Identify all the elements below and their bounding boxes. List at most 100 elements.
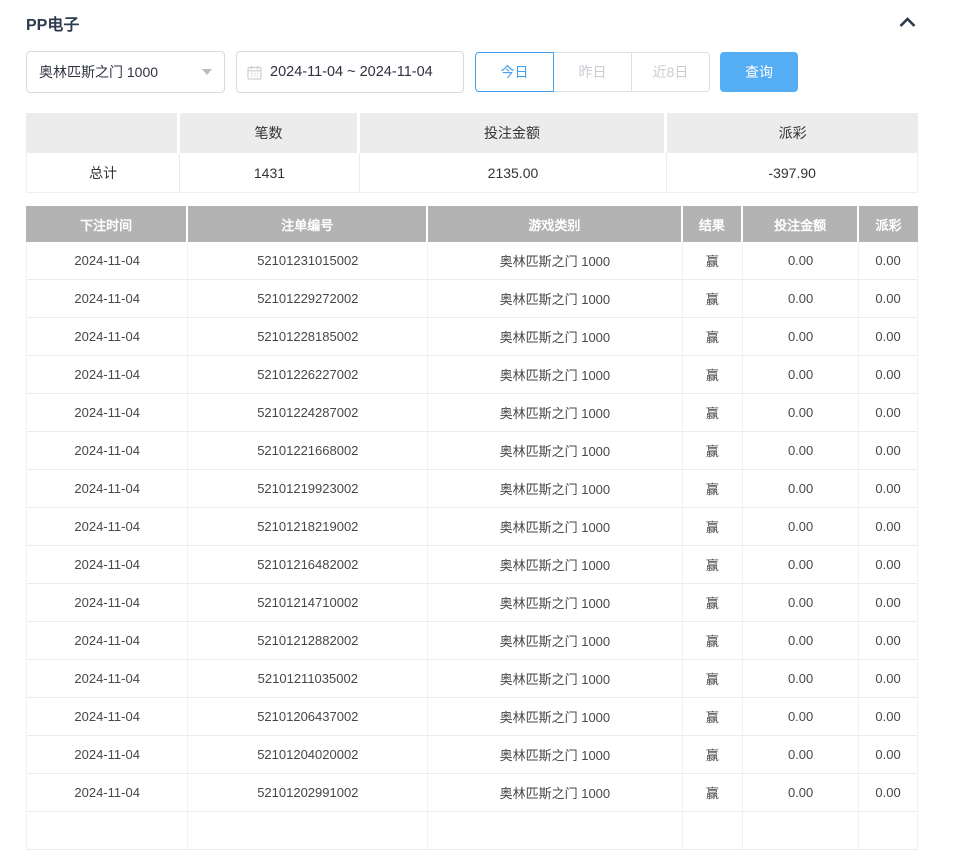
cell-bet-id	[188, 812, 428, 850]
cell-bet-id: 52101216482002	[188, 546, 428, 584]
record-row: 2024-11-0452101204020002奥林匹斯之门 1000赢0.00…	[26, 736, 918, 774]
cell-bet-amount: 0.00	[743, 356, 859, 394]
search-button[interactable]: 查询	[720, 52, 798, 92]
cell-bet-time: 2024-11-04	[26, 546, 188, 584]
cell-bet-id: 52101212882002	[188, 622, 428, 660]
date-range-input[interactable]: 2024-11-04 ~ 2024-11-04	[236, 51, 464, 93]
cell-bet-id: 52101224287002	[188, 394, 428, 432]
cell-bet-id: 52101204020002	[188, 736, 428, 774]
cell-bet-id: 52101229272002	[188, 280, 428, 318]
cell-bet-amount: 0.00	[743, 736, 859, 774]
cell-bet-amount: 0.00	[743, 470, 859, 508]
cell-bet-id: 52101214710002	[188, 584, 428, 622]
cell-bet-amount: 0.00	[743, 318, 859, 356]
summary-total-payout: -397.90	[667, 153, 918, 193]
cell-bet-amount: 0.00	[743, 394, 859, 432]
cell-bet-time: 2024-11-04	[26, 660, 188, 698]
records-header-payout: 派彩	[859, 206, 918, 242]
cell-result	[683, 812, 744, 850]
cell-bet-time: 2024-11-04	[26, 698, 188, 736]
cell-payout: 0.00	[859, 242, 918, 280]
cell-game-category: 奥林匹斯之门 1000	[428, 470, 682, 508]
cell-payout: 0.00	[859, 508, 918, 546]
cell-payout: 0.00	[859, 736, 918, 774]
cell-bet-time: 2024-11-04	[26, 242, 188, 280]
cell-bet-time	[26, 812, 188, 850]
records-header-bet-time: 下注时间	[26, 206, 188, 242]
cell-result: 赢	[683, 318, 744, 356]
cell-game-category: 奥林匹斯之门 1000	[428, 736, 682, 774]
cell-game-category: 奥林匹斯之门 1000	[428, 622, 682, 660]
cell-payout: 0.00	[859, 698, 918, 736]
collapse-panel-button[interactable]	[897, 14, 918, 33]
cell-bet-amount: 0.00	[743, 432, 859, 470]
cell-bet-id: 52101231015002	[188, 242, 428, 280]
calendar-icon	[247, 65, 262, 80]
cell-game-category: 奥林匹斯之门 1000	[428, 356, 682, 394]
game-select[interactable]: 奥林匹斯之门 1000	[26, 51, 225, 93]
record-row: 2024-11-0452101224287002奥林匹斯之门 1000赢0.00…	[26, 394, 918, 432]
cell-game-category: 奥林匹斯之门 1000	[428, 774, 682, 812]
cell-bet-time: 2024-11-04	[26, 394, 188, 432]
cell-bet-time: 2024-11-04	[26, 774, 188, 812]
records-table: 下注时间 注单编号 游戏类别 结果 投注金额 派彩 2024-11-045210…	[26, 206, 918, 850]
cell-payout: 0.00	[859, 356, 918, 394]
last-8-days-button[interactable]: 近8日	[631, 52, 710, 92]
cell-result: 赢	[683, 584, 744, 622]
cell-result: 赢	[683, 546, 744, 584]
page-title: PP电子	[26, 11, 79, 35]
cell-result: 赢	[683, 356, 744, 394]
cell-bet-time: 2024-11-04	[26, 318, 188, 356]
cell-payout: 0.00	[859, 622, 918, 660]
cell-bet-time: 2024-11-04	[26, 280, 188, 318]
cell-result: 赢	[683, 660, 744, 698]
summary-total-label: 总计	[26, 153, 180, 193]
cell-result: 赢	[683, 394, 744, 432]
cell-game-category: 奥林匹斯之门 1000	[428, 584, 682, 622]
summary-table: 笔数 投注金额 派彩 总计 1431 2135.00 -397.90	[26, 113, 918, 193]
record-row: 2024-11-0452101202991002奥林匹斯之门 1000赢0.00…	[26, 774, 918, 812]
cell-bet-id: 52101211035002	[188, 660, 428, 698]
summary-total-count: 1431	[180, 153, 359, 193]
record-row: 2024-11-0452101214710002奥林匹斯之门 1000赢0.00…	[26, 584, 918, 622]
record-row: 2024-11-0452101228185002奥林匹斯之门 1000赢0.00…	[26, 318, 918, 356]
cell-bet-id: 52101218219002	[188, 508, 428, 546]
caret-down-icon	[202, 69, 212, 75]
cell-result: 赢	[683, 432, 744, 470]
yesterday-button[interactable]: 昨日	[553, 52, 632, 92]
records-header-row: 下注时间 注单编号 游戏类别 结果 投注金额 派彩	[26, 206, 918, 242]
summary-header-payout: 派彩	[667, 113, 918, 153]
cell-bet-amount: 0.00	[743, 698, 859, 736]
cell-payout: 0.00	[859, 318, 918, 356]
cell-game-category	[428, 812, 682, 850]
records-header-result: 结果	[683, 206, 744, 242]
cell-result: 赢	[683, 698, 744, 736]
cell-bet-time: 2024-11-04	[26, 432, 188, 470]
record-row: 2024-11-0452101226227002奥林匹斯之门 1000赢0.00…	[26, 356, 918, 394]
cell-bet-id: 52101228185002	[188, 318, 428, 356]
record-row: 2024-11-0452101229272002奥林匹斯之门 1000赢0.00…	[26, 280, 918, 318]
record-row-partial	[26, 812, 918, 850]
cell-bet-time: 2024-11-04	[26, 736, 188, 774]
cell-bet-time: 2024-11-04	[26, 356, 188, 394]
summary-header-bet-amount: 投注金额	[360, 113, 668, 153]
cell-result: 赢	[683, 280, 744, 318]
cell-bet-amount: 0.00	[743, 660, 859, 698]
cell-bet-amount: 0.00	[743, 242, 859, 280]
cell-payout: 0.00	[859, 394, 918, 432]
cell-bet-id: 52101202991002	[188, 774, 428, 812]
records-header-bet-amount: 投注金额	[743, 206, 859, 242]
cell-payout: 0.00	[859, 774, 918, 812]
cell-result: 赢	[683, 622, 744, 660]
cell-bet-id: 52101226227002	[188, 356, 428, 394]
cell-bet-amount: 0.00	[743, 622, 859, 660]
cell-bet-id: 52101219923002	[188, 470, 428, 508]
cell-payout: 0.00	[859, 546, 918, 584]
cell-bet-amount: 0.00	[743, 584, 859, 622]
cell-bet-amount	[743, 812, 859, 850]
today-button[interactable]: 今日	[475, 52, 554, 92]
cell-bet-amount: 0.00	[743, 508, 859, 546]
cell-game-category: 奥林匹斯之门 1000	[428, 242, 682, 280]
cell-game-category: 奥林匹斯之门 1000	[428, 660, 682, 698]
cell-game-category: 奥林匹斯之门 1000	[428, 394, 682, 432]
